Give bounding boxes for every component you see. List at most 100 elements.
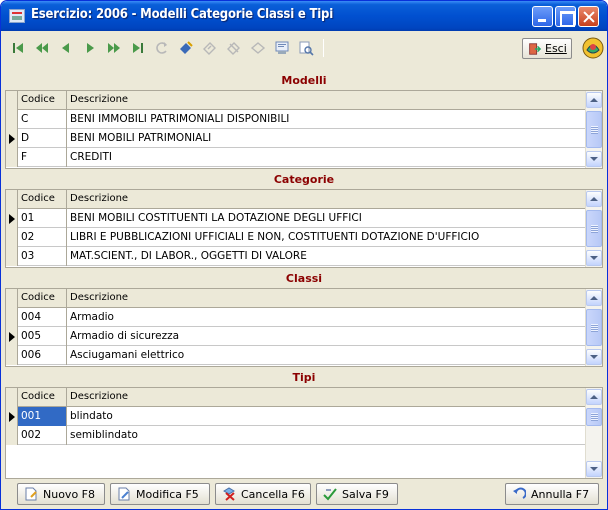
column-header-descrizione[interactable]: Descrizione <box>67 289 586 308</box>
cell-description[interactable]: BENI IMMOBILI PATRIMONIALI DISPONIBILI <box>67 110 586 129</box>
cancel-button-label: Annulla F7 <box>531 487 590 501</box>
delete-button[interactable]: Cancella F6 <box>215 483 311 505</box>
cell-code[interactable]: 004 <box>18 308 67 327</box>
section-title-tipi: Tipi <box>292 371 316 384</box>
edit-button-label: Modifica F5 <box>136 487 199 501</box>
table-row[interactable]: 02 LIBRI E PUBBLICAZIONI UFFICIALI E NON… <box>6 228 586 247</box>
previous-page-icon[interactable] <box>31 37 53 59</box>
delete-icon <box>223 487 235 501</box>
cell-description[interactable]: BENI MOBILI PATRIMONIALI <box>67 129 586 148</box>
scroll-up-button[interactable] <box>586 290 602 306</box>
cell-code[interactable]: 005 <box>18 327 67 346</box>
scroll-thumb[interactable] <box>586 309 602 346</box>
column-header-codice[interactable]: Codice <box>18 190 67 209</box>
column-header-codice[interactable]: Codice <box>18 388 67 407</box>
vertical-scrollbar[interactable] <box>585 190 602 267</box>
column-header-codice[interactable]: Codice <box>18 289 67 308</box>
edit-record-icon[interactable] <box>175 37 197 59</box>
last-record-icon[interactable] <box>127 37 149 59</box>
table-row[interactable]: F CREDITI <box>6 148 586 167</box>
column-header-codice[interactable]: Codice <box>18 91 67 110</box>
scroll-up-button[interactable] <box>586 191 602 207</box>
new-button[interactable]: Nuovo F8 <box>17 483 105 505</box>
cell-description[interactable]: semiblindato <box>67 426 586 445</box>
cell-code[interactable]: 03 <box>18 247 67 266</box>
cell-description[interactable]: BENI MOBILI COSTITUENTI LA DOTAZIONE DEG… <box>67 209 586 228</box>
first-record-icon[interactable] <box>7 37 29 59</box>
current-row-pointer-icon <box>9 412 15 422</box>
table-row[interactable]: 002 semiblindato <box>6 426 586 445</box>
minimize-button[interactable] <box>532 6 553 27</box>
row-indicator <box>6 407 18 426</box>
cell-code[interactable]: 002 <box>18 426 67 445</box>
cell-description[interactable]: LIBRI E PUBBLICAZIONI UFFICIALI E NON, C… <box>67 228 586 247</box>
scroll-up-button[interactable] <box>586 92 602 108</box>
column-header-descrizione[interactable]: Descrizione <box>67 388 586 407</box>
undo-icon <box>513 487 526 499</box>
exit-button[interactable]: Esci <box>522 38 572 59</box>
search-document-icon[interactable] <box>295 37 317 59</box>
cell-code[interactable]: 02 <box>18 228 67 247</box>
confirm-disabled-icon[interactable] <box>199 37 221 59</box>
grid-header: Codice Descrizione <box>6 91 586 110</box>
cell-code[interactable]: F <box>18 148 67 167</box>
cell-code[interactable]: D <box>18 129 67 148</box>
cell-description[interactable]: Armadio <box>67 308 586 327</box>
column-header-descrizione[interactable]: Descrizione <box>67 91 586 110</box>
row-indicator <box>6 129 18 148</box>
next-record-icon[interactable] <box>79 37 101 59</box>
previous-record-icon[interactable] <box>55 37 77 59</box>
grid-tipi[interactable]: Codice Descrizione 001 blindato 002 semi… <box>5 387 603 479</box>
next-page-icon[interactable] <box>103 37 125 59</box>
table-row-current[interactable]: D BENI MOBILI PATRIMONIALI <box>6 129 586 148</box>
column-header-descrizione[interactable]: Descrizione <box>67 190 586 209</box>
cell-description[interactable]: blindato <box>67 407 586 426</box>
grid-header: Codice Descrizione <box>6 190 586 209</box>
cancel-edit-disabled-icon[interactable] <box>223 37 245 59</box>
scroll-down-button[interactable] <box>586 461 602 477</box>
print-preview-icon[interactable] <box>271 37 293 59</box>
table-row[interactable]: 006 Asciugamani elettrico <box>6 346 586 365</box>
row-indicator <box>6 228 18 247</box>
scroll-up-button[interactable] <box>586 389 602 405</box>
exit-button-label: Esci <box>545 42 567 55</box>
scroll-down-button[interactable] <box>586 250 602 266</box>
edit-button[interactable]: Modifica F5 <box>110 483 210 505</box>
cell-description[interactable]: Armadio di sicurezza <box>67 327 586 346</box>
vertical-scrollbar[interactable] <box>585 289 602 366</box>
cell-code-selected[interactable]: 001 <box>18 407 67 426</box>
cell-code[interactable]: C <box>18 110 67 129</box>
grid-modelli[interactable]: Codice Descrizione C BENI IMMOBILI PATRI… <box>5 90 603 169</box>
clear-disabled-icon[interactable] <box>247 37 269 59</box>
table-row-current[interactable]: 005 Armadio di sicurezza <box>6 327 586 346</box>
table-row[interactable]: 004 Armadio <box>6 308 586 327</box>
title-bar[interactable]: Esercizio: 2006 - Modelli Categorie Clas… <box>1 1 607 31</box>
row-indicator <box>6 91 18 110</box>
grid-categorie[interactable]: Codice Descrizione 01 BENI MOBILI COSTIT… <box>5 189 603 268</box>
cancel-button[interactable]: Annulla F7 <box>505 483 599 505</box>
close-button[interactable] <box>578 6 599 27</box>
table-row-current[interactable]: 01 BENI MOBILI COSTITUENTI LA DOTAZIONE … <box>6 209 586 228</box>
scroll-down-button[interactable] <box>586 151 602 167</box>
save-button[interactable]: Salva F9 <box>316 483 398 505</box>
cell-code[interactable]: 006 <box>18 346 67 365</box>
scroll-down-button[interactable] <box>586 349 602 365</box>
table-row-current[interactable]: 001 blindato <box>6 407 586 426</box>
scroll-thumb[interactable] <box>586 111 602 148</box>
refresh-icon[interactable] <box>151 37 173 59</box>
new-button-label: Nuovo F8 <box>43 487 95 501</box>
vertical-scrollbar[interactable] <box>585 388 602 478</box>
cell-description[interactable]: Asciugamani elettrico <box>67 346 586 365</box>
cell-description[interactable]: MAT.SCIENT., DI LABOR., OGGETTI DI VALOR… <box>67 247 586 266</box>
cell-code[interactable]: 01 <box>18 209 67 228</box>
table-row[interactable]: 03 MAT.SCIENT., DI LABOR., OGGETTI DI VA… <box>6 247 586 266</box>
table-row[interactable]: C BENI IMMOBILI PATRIMONIALI DISPONIBILI <box>6 110 586 129</box>
grid-classi[interactable]: Codice Descrizione 004 Armadio 005 Armad… <box>5 288 603 367</box>
toolbar-separator <box>323 39 324 57</box>
vertical-scrollbar[interactable] <box>585 91 602 168</box>
maximize-button[interactable] <box>555 6 576 27</box>
scroll-thumb[interactable] <box>586 210 602 247</box>
scroll-thumb[interactable] <box>586 408 602 426</box>
cell-description[interactable]: CREDITI <box>67 148 586 167</box>
current-row-pointer-icon <box>9 332 15 342</box>
